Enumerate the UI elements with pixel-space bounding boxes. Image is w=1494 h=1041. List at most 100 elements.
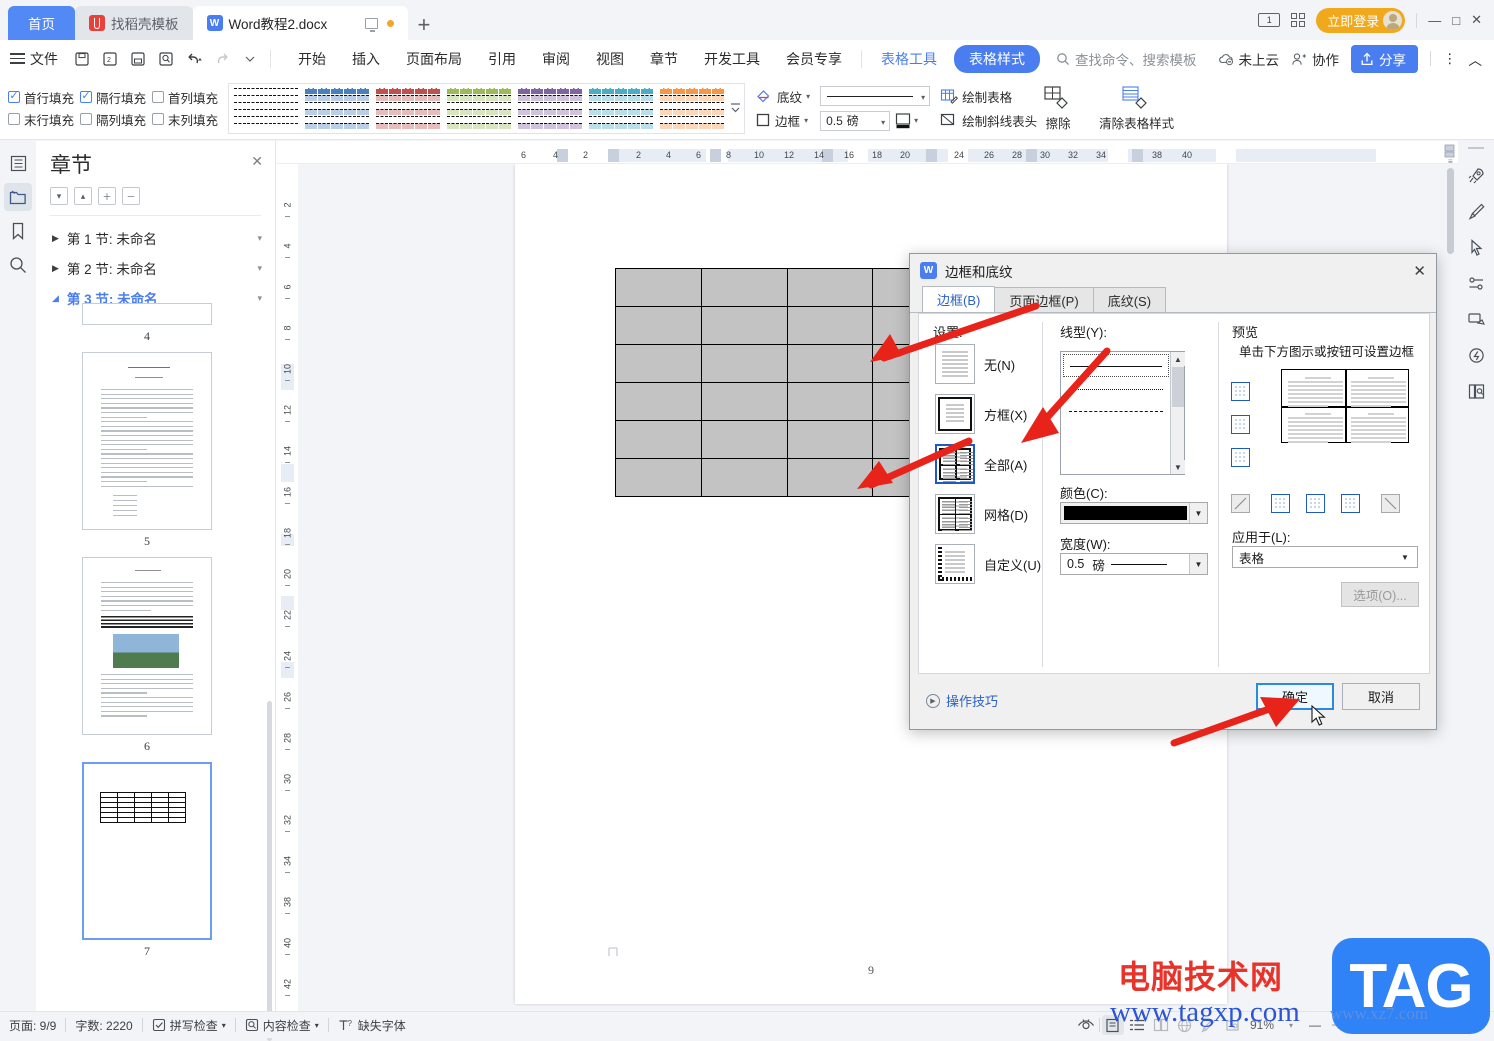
collapse-ribbon-button[interactable]: ︿ <box>1469 49 1483 69</box>
customize-qat-icon[interactable] <box>238 47 262 71</box>
draw-diagonal-button[interactable]: 绘制斜线表头 <box>940 111 1037 130</box>
line-color-button[interactable]: ▾ <box>894 112 918 130</box>
page-count-badge[interactable]: 1 <box>1258 13 1281 27</box>
nav-panel-scrollbar[interactable] <box>267 701 272 1041</box>
setting-none[interactable]: 无(N) <box>935 344 1015 384</box>
bookmark-panel-icon[interactable] <box>4 217 32 245</box>
dialog-title-bar[interactable]: W 边框和底纹 <box>910 254 1436 287</box>
pointer-icon[interactable] <box>1462 233 1490 261</box>
gallery-more-button[interactable] <box>729 86 741 131</box>
linetype-scrollbar[interactable]: ▲ ▼ <box>1170 352 1185 474</box>
sidebar-item-section-2[interactable]: ▶ 第 2 节: 未命名 ▾ <box>36 253 276 283</box>
width-combo[interactable]: 0.5 磅 ▼ <box>1060 553 1208 575</box>
login-button[interactable]: 立即登录 <box>1316 7 1406 33</box>
chevron-down-icon[interactable]: ▾ <box>806 92 810 101</box>
chevron-down-icon[interactable]: ▾ <box>804 116 808 125</box>
next-section-icon[interactable]: ▾ <box>50 187 68 205</box>
chevron-down-icon[interactable]: ▾ <box>315 1021 319 1030</box>
ruler-indent-marker[interactable] <box>1444 144 1455 158</box>
setting-grid[interactable]: 网格(D) <box>935 494 1028 534</box>
lightbulb-icon[interactable] <box>1462 341 1490 369</box>
table-style-purple[interactable] <box>516 86 584 131</box>
bottom-border-icon[interactable] <box>1231 448 1250 467</box>
eraser-button[interactable]: 擦除 <box>1037 85 1079 132</box>
checkbox-last-column[interactable]: 末列填充 <box>152 110 218 129</box>
menu-tab-dev-tools[interactable]: 开发工具 <box>691 45 773 73</box>
table-cell[interactable] <box>700 382 788 421</box>
table-cell[interactable] <box>700 458 788 497</box>
table-cell[interactable] <box>615 420 702 459</box>
clear-table-style-button[interactable]: 清除表格样式 <box>1093 85 1180 132</box>
table-cell[interactable] <box>786 420 874 459</box>
menu-tab-review[interactable]: 审阅 <box>529 45 583 73</box>
ok-button[interactable]: 确定 <box>1256 683 1334 710</box>
page-thumbnail-selected[interactable] <box>82 762 212 940</box>
shading-button[interactable]: 底纹 ▾ <box>755 87 810 106</box>
chapters-panel-icon[interactable] <box>4 183 32 211</box>
table-style-orange[interactable] <box>658 86 726 131</box>
rail-collapse-handle[interactable] <box>1468 147 1484 149</box>
tab-page-borders[interactable]: 页面边框(P) <box>994 287 1094 312</box>
linetype-dashed-fine[interactable] <box>1063 400 1169 423</box>
applyto-combo[interactable]: 表格 ▼ <box>1232 546 1418 568</box>
maximize-button[interactable]: □ <box>1452 13 1460 28</box>
linetype-dotted[interactable] <box>1063 378 1169 401</box>
table-style-red[interactable] <box>374 86 442 131</box>
draw-table-button[interactable]: 绘制表格 <box>940 87 1037 106</box>
menu-tab-table-tools[interactable]: 表格工具 <box>868 45 950 73</box>
table-cell[interactable] <box>786 306 874 345</box>
chevron-down-icon[interactable]: ▾ <box>222 1021 226 1030</box>
table-cell[interactable] <box>786 382 874 421</box>
tab-home[interactable]: 首页 <box>8 6 75 40</box>
remove-section-icon[interactable]: － <box>122 187 140 205</box>
tab-document[interactable]: W Word教程2.docx <box>192 6 408 40</box>
menu-tab-table-styles[interactable]: 表格样式 <box>954 44 1040 73</box>
menu-tab-member[interactable]: 会员专享 <box>773 45 855 73</box>
sliders-icon[interactable] <box>1462 269 1490 297</box>
shapes-icon[interactable] <box>1462 305 1490 333</box>
word-count[interactable]: 字数: 2220 <box>66 1017 141 1034</box>
redo-icon[interactable] <box>210 47 234 71</box>
checkbox-banded-rows[interactable]: 隔行填充 <box>80 88 146 107</box>
menu-tab-insert[interactable]: 插入 <box>339 45 393 73</box>
page-thumbnail[interactable] <box>82 557 212 735</box>
document-scrollbar-vertical[interactable] <box>1447 168 1454 254</box>
menu-tab-section[interactable]: 章节 <box>637 45 691 73</box>
menu-tab-start[interactable]: 开始 <box>285 45 339 73</box>
table-style-plain[interactable] <box>232 86 300 131</box>
ruler-menu-icon[interactable]: ≡ <box>1448 157 1453 163</box>
line-style-combo[interactable]: ▾ <box>820 85 931 106</box>
right-border-icon[interactable] <box>1341 494 1360 513</box>
rocket-icon[interactable] <box>1462 161 1490 189</box>
close-button[interactable]: ✕ <box>1471 12 1482 28</box>
outline-panel-icon[interactable] <box>4 149 32 177</box>
brush-icon[interactable] <box>1462 197 1490 225</box>
linetype-dashed[interactable] <box>1063 422 1169 445</box>
collaborate-button[interactable]: 协作 <box>1291 49 1339 69</box>
zoom-out-button[interactable]: — <box>1304 1015 1326 1035</box>
color-combo[interactable]: ▼ <box>1060 502 1208 524</box>
share-button[interactable]: 分享 <box>1351 44 1418 73</box>
tab-docer-templates[interactable]: 找稻壳模板 <box>75 6 193 40</box>
file-menu-button[interactable]: 文件 <box>10 49 58 69</box>
menu-tab-references[interactable]: 引用 <box>475 45 529 73</box>
sidebar-item-section-1[interactable]: ▶ 第 1 节: 未命名 ▾ <box>36 223 276 253</box>
preview-area[interactable] <box>1231 354 1421 514</box>
tips-link[interactable]: ▶ 操作技巧 <box>926 691 998 710</box>
linetype-solid[interactable] <box>1063 354 1169 377</box>
table-style-blue[interactable] <box>303 86 371 131</box>
cancel-button[interactable]: 取消 <box>1342 683 1420 710</box>
tab-shading[interactable]: 底纹(S) <box>1092 287 1167 312</box>
contentcheck-button[interactable]: 内容检查 ▾ <box>236 1017 328 1034</box>
top-border-icon[interactable] <box>1231 382 1250 401</box>
table-cell[interactable] <box>615 306 702 345</box>
middle-border-icon[interactable] <box>1231 415 1250 434</box>
table-style-green[interactable] <box>445 86 513 131</box>
table-cell[interactable] <box>700 268 788 307</box>
cloud-status-button[interactable]: 未上云 <box>1218 49 1279 69</box>
table-cell[interactable] <box>615 268 702 307</box>
vertical-border-icon[interactable] <box>1306 494 1325 513</box>
nav-panel-close-button[interactable]: ✕ <box>251 153 263 170</box>
save-icon[interactable] <box>70 47 94 71</box>
chevron-down-icon[interactable]: ▾ <box>257 293 262 304</box>
